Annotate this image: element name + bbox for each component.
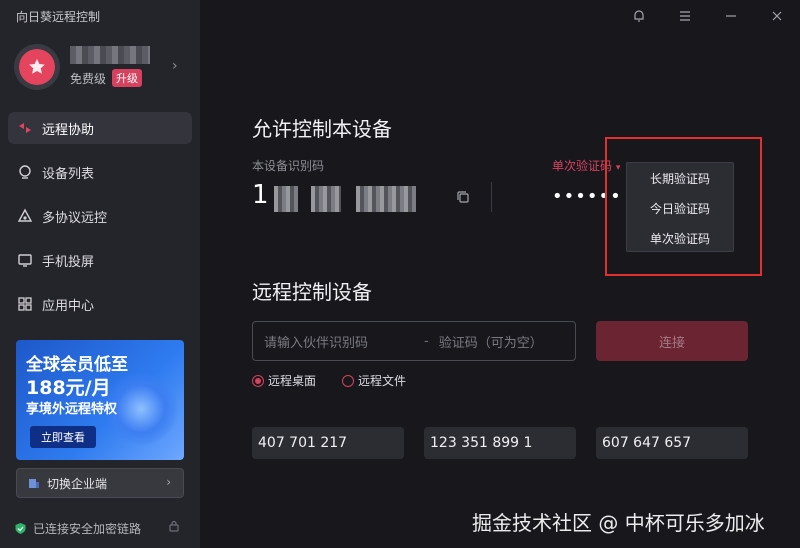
- mode-label: 远程桌面: [268, 374, 317, 388]
- sidebar-nav: 远程协助 设备列表 多协议远控 手机投屏 应用中心: [8, 112, 192, 332]
- lock-icon[interactable]: [167, 518, 181, 532]
- code-input[interactable]: 验证码（可为空）: [439, 332, 543, 351]
- switch-enterprise-button[interactable]: 切换企业端 ›: [16, 468, 184, 498]
- username-blurred: [70, 46, 150, 64]
- security-status-text: 已连接安全加密链路: [33, 522, 142, 536]
- sidebar-item-label: 应用中心: [42, 298, 95, 314]
- allow-control-title: 允许控制本设备: [252, 117, 392, 141]
- code-type-label: 单次验证码: [552, 159, 613, 173]
- star-icon: [19, 49, 55, 85]
- recent-device[interactable]: 607 647 657: [596, 427, 748, 459]
- device-id-blurred: [310, 185, 341, 212]
- connect-button[interactable]: 连接: [596, 321, 748, 361]
- copy-icon[interactable]: [456, 189, 470, 203]
- device-id-blurred: [355, 185, 416, 212]
- chevron-right-icon: ›: [166, 475, 171, 489]
- app-center-icon: [16, 295, 34, 313]
- app-title: 向日葵远程控制: [16, 10, 101, 24]
- shield-icon: [14, 522, 27, 535]
- recent-device[interactable]: 123 351 899 1: [424, 427, 576, 459]
- highlight-box: [605, 137, 762, 276]
- promo-line3: 享境外远程特权: [26, 402, 118, 417]
- radio-unchecked-icon: [342, 374, 354, 387]
- mode-remote-desktop[interactable]: 远程桌面: [252, 372, 316, 389]
- minimize-icon[interactable]: [723, 8, 739, 24]
- device-list-icon: [16, 163, 34, 181]
- separator: -: [424, 333, 429, 349]
- sidebar-item-label: 手机投屏: [42, 254, 95, 270]
- switch-enterprise-label: 切换企业端: [47, 476, 108, 491]
- sidebar-item-label: 多协议远控: [42, 210, 108, 226]
- sidebar-item-multi-protocol[interactable]: 多协议远控: [8, 200, 192, 232]
- building-icon: [27, 476, 41, 490]
- device-id-blurred: [273, 185, 298, 212]
- menu-icon[interactable]: [677, 8, 693, 24]
- promo-banner[interactable]: 全球会员低至 188元/月 享境外远程特权 立即查看: [16, 340, 184, 460]
- sidebar-item-screen-cast[interactable]: 手机投屏: [8, 244, 192, 276]
- remote-assist-icon: [16, 119, 34, 137]
- watermark: 掘金技术社区 @ 中杯可乐多加冰: [472, 511, 765, 535]
- sidebar: 向日葵远程控制 免费级 升级 › 远程协助 设备列表 多协议远控 手机投屏 应用…: [0, 0, 200, 548]
- device-id-first-digit: 1: [252, 180, 269, 210]
- close-icon[interactable]: [769, 8, 785, 24]
- sidebar-item-label: 远程协助: [42, 122, 95, 138]
- screen-cast-icon: [16, 251, 34, 269]
- sidebar-item-app-center[interactable]: 应用中心: [8, 288, 192, 320]
- account-level: 免费级: [70, 72, 107, 86]
- security-status: 已连接安全加密链路: [14, 520, 141, 537]
- promo-line2: 188元/月: [26, 377, 111, 399]
- device-id-label: 本设备识别码: [252, 159, 325, 173]
- sidebar-item-label: 设备列表: [42, 166, 95, 182]
- partner-id-input[interactable]: 请输入伙伴识别码: [264, 332, 424, 351]
- upgrade-badge[interactable]: 升级: [112, 69, 142, 87]
- remote-control-title: 远程控制设备: [252, 280, 372, 304]
- mode-remote-file[interactable]: 远程文件: [342, 372, 406, 389]
- partner-input-box: 请输入伙伴识别码 - 验证码（可为空）: [252, 321, 576, 361]
- promo-line1: 全球会员低至: [26, 355, 128, 375]
- bell-icon[interactable]: [631, 8, 647, 24]
- divider: [491, 182, 492, 212]
- mode-label: 远程文件: [358, 374, 407, 388]
- avatar[interactable]: [14, 44, 60, 90]
- sidebar-item-remote-assist[interactable]: 远程协助: [8, 112, 192, 144]
- chevron-right-icon[interactable]: ›: [172, 58, 178, 74]
- radio-checked-icon: [252, 374, 264, 387]
- sidebar-item-device-list[interactable]: 设备列表: [8, 156, 192, 188]
- device-id: 1: [252, 180, 432, 214]
- multi-protocol-icon: [16, 207, 34, 225]
- promo-view-button[interactable]: 立即查看: [30, 426, 96, 448]
- recent-device[interactable]: 407 701 217: [252, 427, 404, 459]
